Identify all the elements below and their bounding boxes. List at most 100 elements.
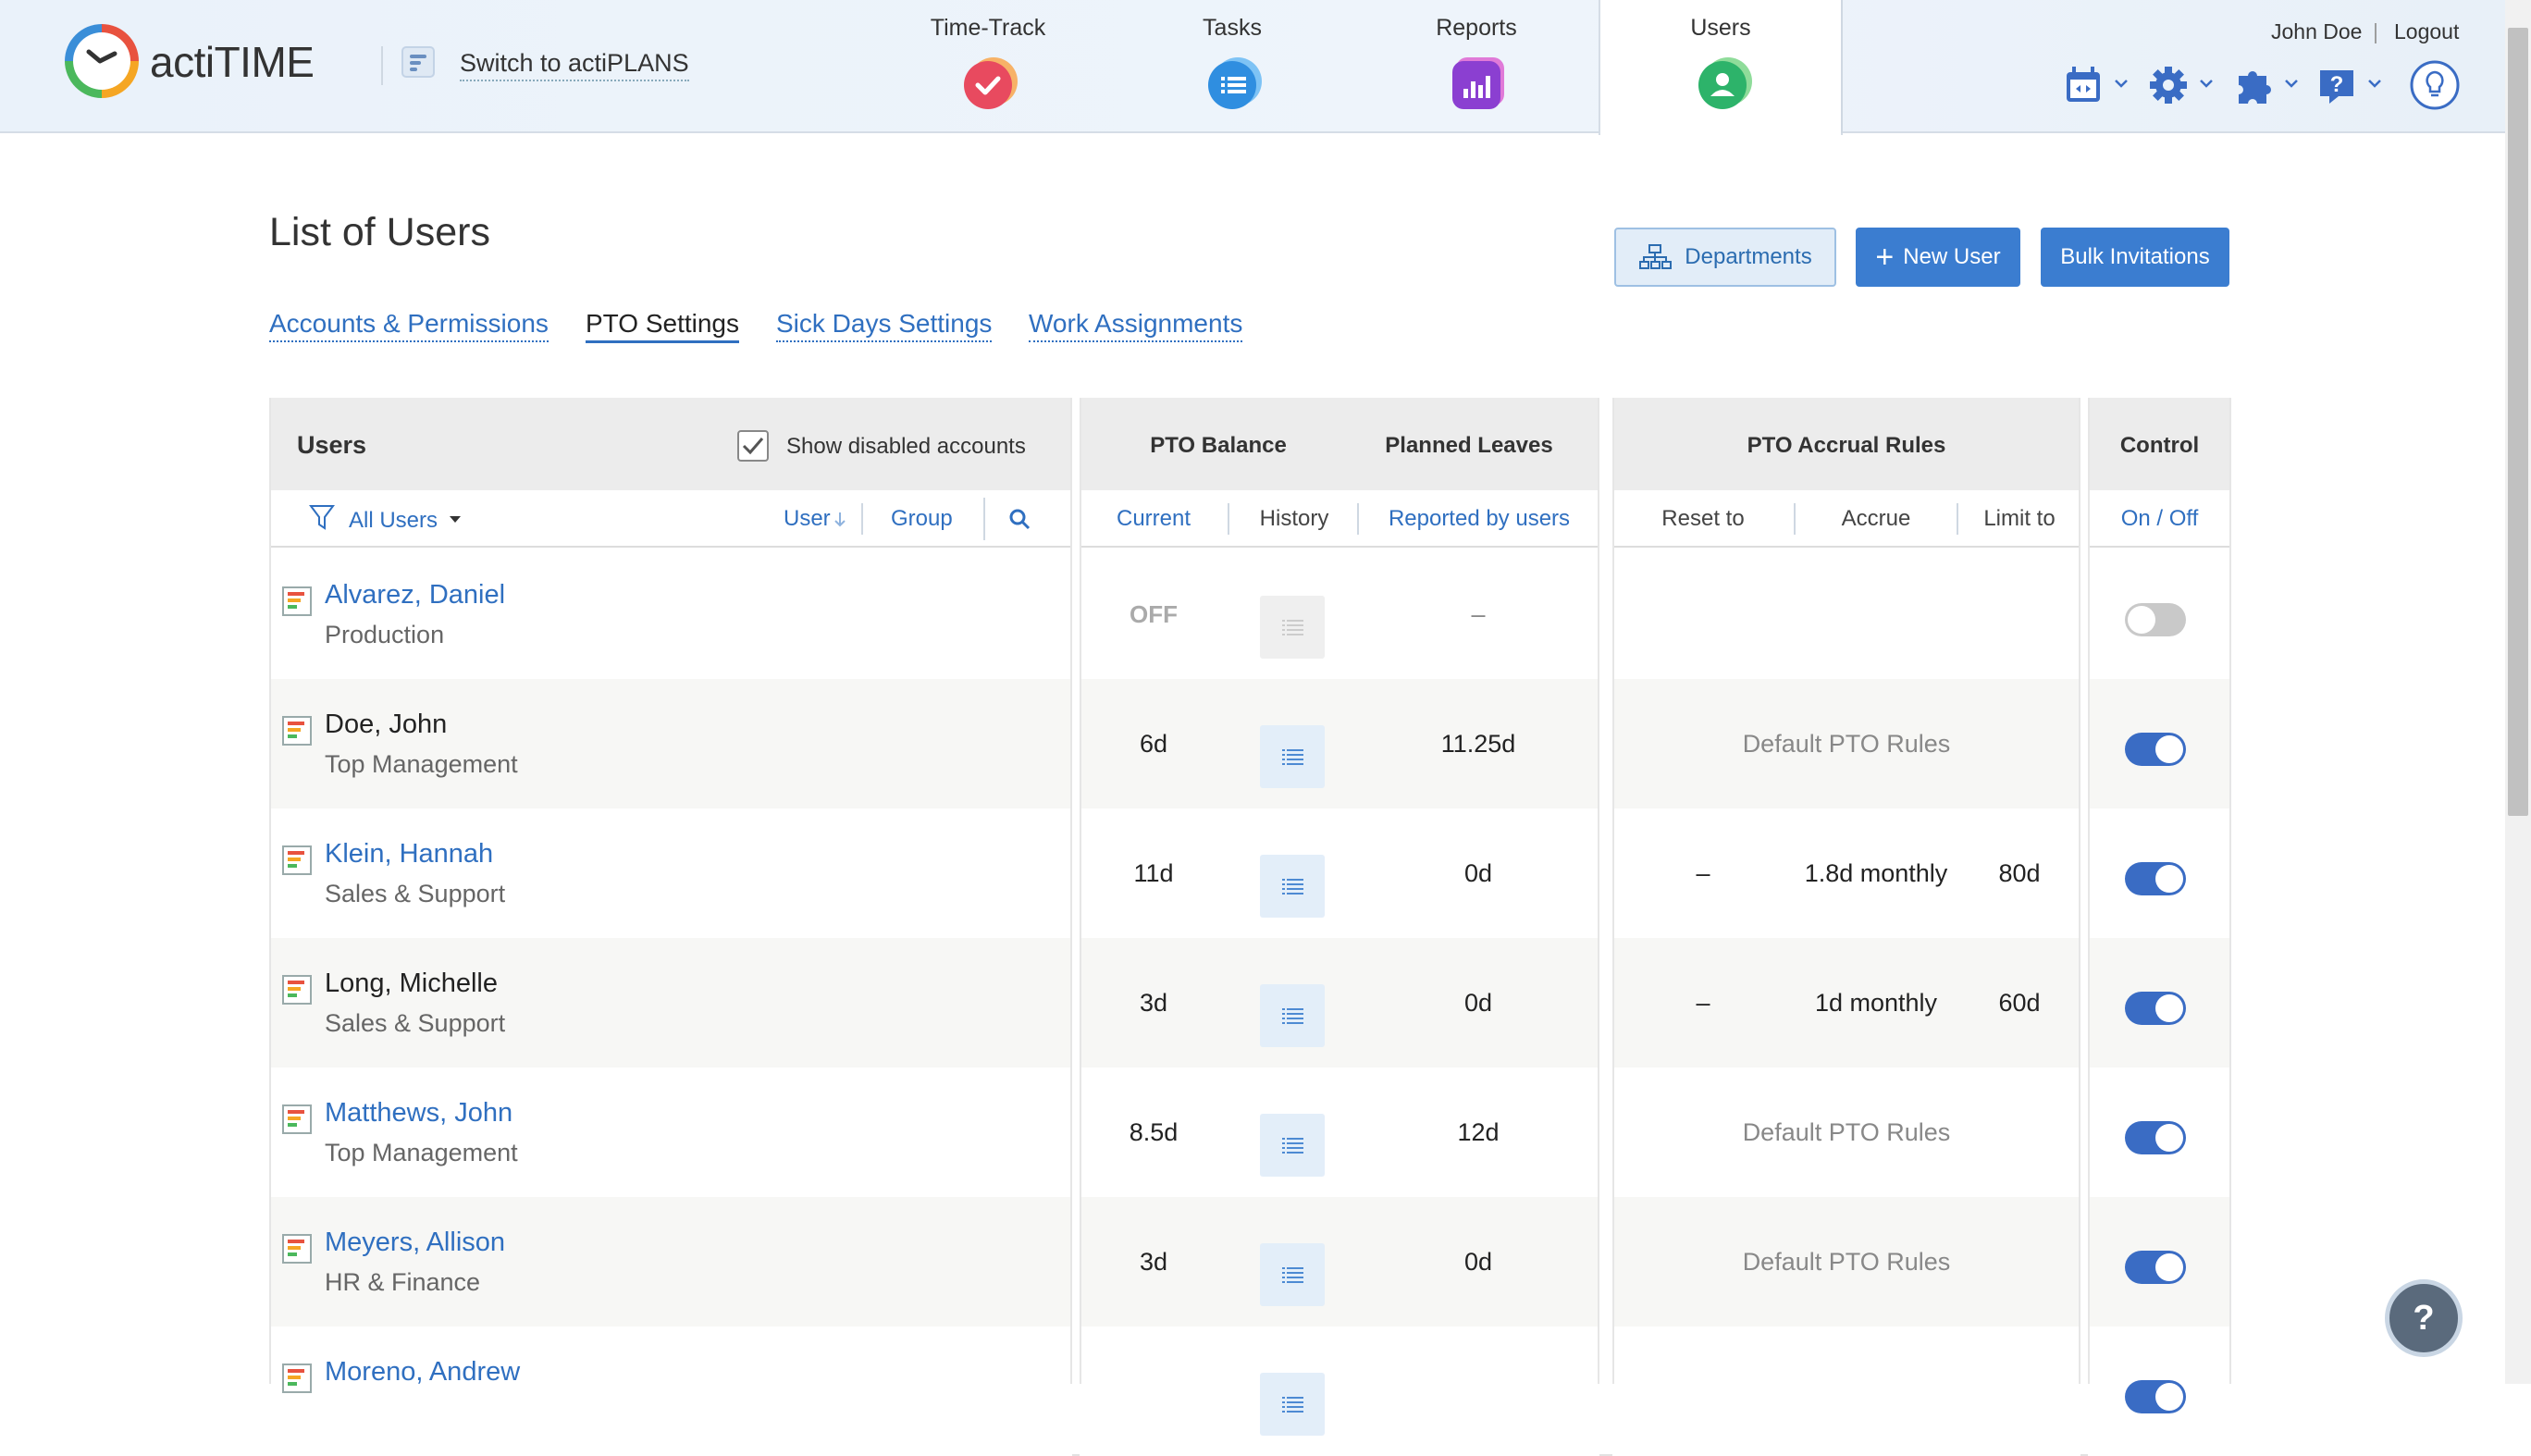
tab-work-assignments[interactable]: Work Assignments (1029, 309, 1243, 342)
sort-user-column[interactable]: User (784, 506, 831, 532)
sort-arrow-down-icon[interactable] (833, 511, 846, 529)
current-user-name[interactable]: John Doe (2271, 19, 2362, 44)
nav-tab-tasks[interactable]: Tasks (1110, 0, 1354, 133)
pto-history-button[interactable] (1260, 596, 1325, 659)
user-department: Production (325, 621, 445, 648)
sort-on-off-column[interactable]: On / Off (2088, 506, 2231, 532)
chevron-down-icon[interactable] (2197, 74, 2216, 93)
table-border (2229, 398, 2231, 1384)
tab-sick-days-settings[interactable]: Sick Days Settings (776, 309, 993, 342)
pto-history-button[interactable] (1260, 984, 1325, 1047)
puzzle-icon[interactable] (2229, 61, 2278, 109)
gear-icon[interactable] (2144, 61, 2192, 109)
table-row: Klein, Hannah Sales & Support 11d 0d – 1… (269, 808, 2231, 938)
show-disabled-label[interactable]: Show disabled accounts (786, 434, 1026, 460)
user-name[interactable]: Long, Michelle (325, 969, 498, 999)
pto-enabled-toggle[interactable] (2125, 1380, 2186, 1413)
actiplans-icon[interactable] (401, 46, 435, 78)
new-user-button[interactable]: + New User (1856, 228, 2020, 287)
user-card-icon[interactable] (282, 586, 312, 616)
table-border (2079, 398, 2080, 1384)
pto-enabled-toggle[interactable] (2125, 603, 2186, 636)
switch-to-actiplans-link[interactable]: Switch to actiPLANS (460, 49, 689, 81)
pto-current-balance: OFF (1130, 599, 1178, 628)
table-cell (269, 549, 1072, 679)
users-header-label: Users (297, 431, 367, 459)
user-card-icon[interactable] (282, 1104, 312, 1134)
pto-enabled-toggle[interactable] (2125, 1121, 2186, 1154)
app-name[interactable]: actiTIME (150, 37, 315, 87)
calendar-sync-icon[interactable] (2059, 61, 2107, 109)
all-users-filter[interactable]: All Users (349, 508, 438, 534)
departments-button[interactable]: Departments (1614, 228, 1836, 287)
user-card-icon[interactable] (282, 1363, 312, 1393)
search-icon[interactable] (1007, 507, 1031, 531)
checkbox-checked-icon[interactable] (736, 429, 770, 463)
limit-to-value (1958, 679, 2080, 808)
user-card-icon[interactable] (282, 1234, 312, 1264)
control-label: Control (2119, 433, 2200, 458)
nav-tab-label: Users (1690, 15, 1751, 41)
tab-accounts-permissions[interactable]: Accounts & Permissions (269, 309, 549, 342)
user-name[interactable]: Meyers, Allison (325, 1228, 505, 1258)
toggle-knob (2155, 1124, 2183, 1152)
checkmark-icon (964, 57, 1018, 109)
caret-down-icon[interactable] (449, 515, 462, 524)
scrollbar-thumb[interactable] (2508, 28, 2528, 816)
user-name[interactable]: Moreno, Andrew (325, 1357, 520, 1388)
user-name[interactable]: Matthews, John (325, 1098, 512, 1129)
pto-history-button[interactable] (1260, 855, 1325, 918)
pto-enabled-toggle[interactable] (2125, 733, 2186, 766)
user-card-icon[interactable] (282, 975, 312, 1005)
nav-tab-users[interactable]: Users (1599, 0, 1843, 135)
pto-history-button[interactable] (1260, 1243, 1325, 1306)
table-cell (269, 1197, 1072, 1326)
help-icon[interactable]: ? (2313, 61, 2361, 109)
chevron-down-icon[interactable] (2112, 74, 2130, 93)
page-title: List of Users (269, 210, 490, 254)
pto-balance-header: PTO Balance Planned Leaves (1080, 398, 1599, 490)
chevron-down-icon[interactable] (2365, 74, 2384, 93)
users-header: Users Show disabled accounts (269, 398, 1072, 490)
limit-to-value (1958, 549, 2080, 679)
user-department: Top Management (325, 1139, 518, 1166)
sort-group-column[interactable]: Group (891, 506, 953, 532)
divider (381, 46, 383, 85)
lightbulb-icon[interactable] (2409, 59, 2461, 111)
pto-history-button[interactable] (1260, 1114, 1325, 1177)
divider (861, 503, 863, 535)
pto-balance-label: PTO Balance (1150, 433, 1287, 458)
pto-enabled-toggle[interactable] (2125, 992, 2186, 1025)
table-row: Doe, John Top Management 6d 11.25d Defau… (269, 679, 2231, 808)
bulk-invitations-button[interactable]: Bulk Invitations (2041, 228, 2229, 287)
user-card-icon[interactable] (282, 716, 312, 746)
user-name[interactable]: Doe, John (325, 709, 447, 740)
filter-icon[interactable] (308, 503, 336, 533)
tab-pto-settings[interactable]: PTO Settings (586, 309, 740, 343)
pto-enabled-toggle[interactable] (2125, 1251, 2186, 1284)
user-name[interactable]: Alvarez, Daniel (325, 580, 505, 611)
nav-tab-reports[interactable]: Reports (1354, 0, 1599, 133)
pto-history-button[interactable] (1260, 1373, 1325, 1436)
user-name[interactable]: Klein, Hannah (325, 839, 493, 870)
help-floating-button[interactable]: ? (2385, 1279, 2463, 1357)
table-border (1598, 398, 1599, 1384)
reset-to-value (1612, 1326, 1794, 1456)
logout-link[interactable]: Logout (2394, 19, 2459, 44)
users-subheader: All Users User Group (269, 490, 1072, 548)
planned-leaves-value (1357, 1326, 1599, 1456)
user-card-icon[interactable] (282, 845, 312, 875)
toggle-knob (2155, 1253, 2183, 1281)
pto-history-button[interactable] (1260, 725, 1325, 788)
sort-current-column[interactable]: Current (1080, 506, 1228, 532)
planned-leaves-value: 0d (1463, 858, 1493, 887)
sort-reported-by-users[interactable]: Reported by users (1359, 506, 1599, 532)
chevron-down-icon[interactable] (2282, 74, 2301, 93)
limit-to-value: 80d (1998, 858, 2041, 887)
tasks-list-icon (1208, 57, 1262, 109)
user-department: Top Management (325, 750, 518, 778)
pto-enabled-toggle[interactable] (2125, 862, 2186, 895)
user-department: Sales & Support (325, 880, 506, 907)
nav-tab-time-track[interactable]: Time-Track (866, 0, 1110, 133)
reset-to-column-label: Reset to (1661, 506, 1745, 531)
